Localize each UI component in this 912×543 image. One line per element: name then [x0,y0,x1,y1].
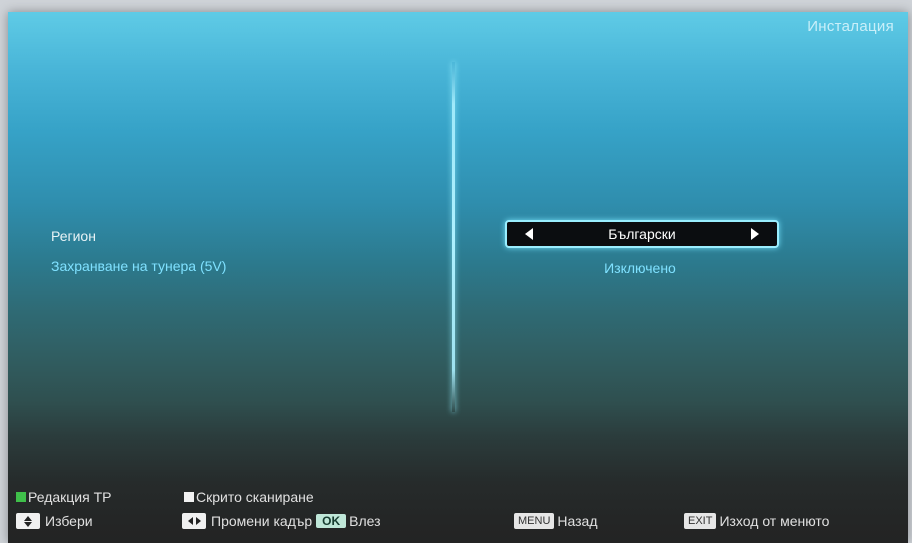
screen-title: Инсталация [807,18,894,35]
hint-change-frame-label: Промени кадър [211,513,313,529]
up-down-icon [16,513,40,529]
hint-enter-label: Влез [349,513,381,529]
hint-select: Избери [16,513,93,529]
hint-hidden-scan: Скрито сканиране [184,489,314,505]
green-key-icon [16,492,26,502]
tuner-power-label: Захранване на тунера (5V) [51,258,227,274]
hint-exit: EXIT Изход от менюто [684,513,829,529]
tv-screen: Инсталация Регион Захранване на тунера (… [8,12,908,543]
exit-key-icon: EXIT [684,513,717,529]
hint-change-frame: Промени кадър OK Влез [182,513,381,529]
left-right-icon [182,513,206,529]
hint-back: MENU Назад [514,513,598,529]
hint-edit-tp-label: Редакция TP [28,489,112,505]
hint-exit-label: Изход от менюто [719,513,830,529]
column-divider [452,62,455,412]
region-value: Български [608,226,676,242]
white-key-icon [184,492,194,502]
tuner-power-value[interactable]: Изключено [505,260,775,276]
right-arrow-icon[interactable] [751,228,759,240]
footer-hints: Редакция TP Скрито сканиране Избери Пром… [8,482,908,543]
hint-back-label: Назад [557,513,598,529]
region-label: Регион [51,228,96,244]
menu-key-icon: MENU [514,513,555,529]
hint-edit-tp: Редакция TP [16,489,111,505]
ok-key-icon: OK [316,514,347,528]
hint-hidden-scan-label: Скрито сканиране [196,489,314,505]
hint-select-label: Избери [45,513,93,529]
region-selector[interactable]: Български [505,220,779,248]
left-arrow-icon[interactable] [525,228,533,240]
